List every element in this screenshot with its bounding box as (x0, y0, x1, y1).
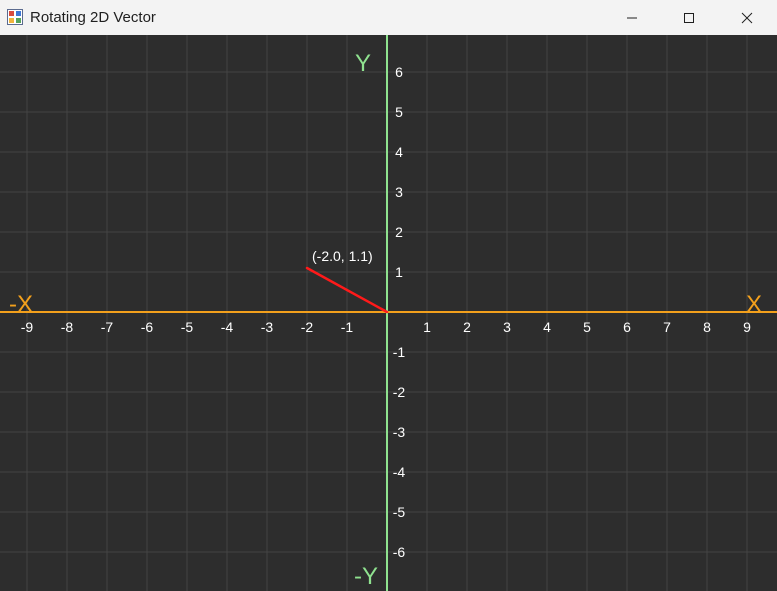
x-tick-label: 6 (623, 319, 631, 335)
y-tick-label: -5 (393, 504, 406, 520)
maximize-icon (684, 12, 694, 23)
x-tick-label: -1 (341, 319, 354, 335)
coordinate-plot: -9 -8 -7 -6 -5 -4 -3 -2 -1 1 2 3 4 5 6 7 8 9 6 5 4 3 2 1 -1 -2 -3 -… (0, 35, 777, 591)
axis-labels: Y -Y X -X (9, 50, 762, 590)
y-tick-label: 4 (395, 144, 403, 160)
x-tick-label: -5 (181, 319, 194, 335)
x-tick-label: 4 (543, 319, 551, 335)
y-tick-label: 2 (395, 224, 403, 240)
y-tick-label: -6 (393, 544, 406, 560)
y-tick-label: 3 (395, 184, 403, 200)
x-axis-positive-label: X (746, 291, 762, 318)
graph-canvas: -9 -8 -7 -6 -5 -4 -3 -2 -1 1 2 3 4 5 6 7 8 9 6 5 4 3 2 1 -1 -2 -3 -… (0, 35, 777, 591)
axes (0, 35, 777, 591)
x-axis-negative-label: -X (9, 291, 33, 318)
x-tick-label: 2 (463, 319, 471, 335)
y-tick-label: 5 (395, 104, 403, 120)
maximize-button[interactable] (666, 0, 712, 35)
y-tick-label: -2 (393, 384, 406, 400)
x-tick-label: -3 (261, 319, 274, 335)
app-window-icon (7, 9, 23, 25)
window-title: Rotating 2D Vector (30, 9, 156, 26)
x-tick-label: -2 (301, 319, 314, 335)
x-tick-label: -6 (141, 319, 154, 335)
x-tick-label: -4 (221, 319, 234, 335)
y-tick-label: 6 (395, 64, 403, 80)
app-window: Rotating 2D Vector -9 -8 -7 -6 -5 -4 -3 -2 -1 1 2 3… (0, 0, 777, 591)
y-tick-label: -1 (393, 344, 406, 360)
x-tick-label: 7 (663, 319, 671, 335)
y-axis-negative-label: -Y (354, 563, 378, 590)
title-bar[interactable]: Rotating 2D Vector (0, 0, 777, 35)
close-icon (741, 12, 753, 23)
vector-coordinate-label: (-2.0, 1.1) (312, 248, 373, 264)
x-tick-label: 5 (583, 319, 591, 335)
y-axis-positive-label: Y (355, 50, 371, 77)
x-tick-label: -8 (61, 319, 74, 335)
x-tick-label: 3 (503, 319, 511, 335)
x-tick-label: 9 (743, 319, 751, 335)
y-tick-label: 1 (395, 264, 403, 280)
minimize-icon (627, 17, 637, 18)
y-tick-label: -3 (393, 424, 406, 440)
y-tick-label: -4 (393, 464, 406, 480)
minimize-button[interactable] (609, 0, 655, 35)
x-tick-label: -9 (21, 319, 34, 335)
x-tick-label: 1 (423, 319, 431, 335)
x-tick-label: 8 (703, 319, 711, 335)
close-button[interactable] (724, 0, 770, 35)
x-tick-label: -7 (101, 319, 114, 335)
